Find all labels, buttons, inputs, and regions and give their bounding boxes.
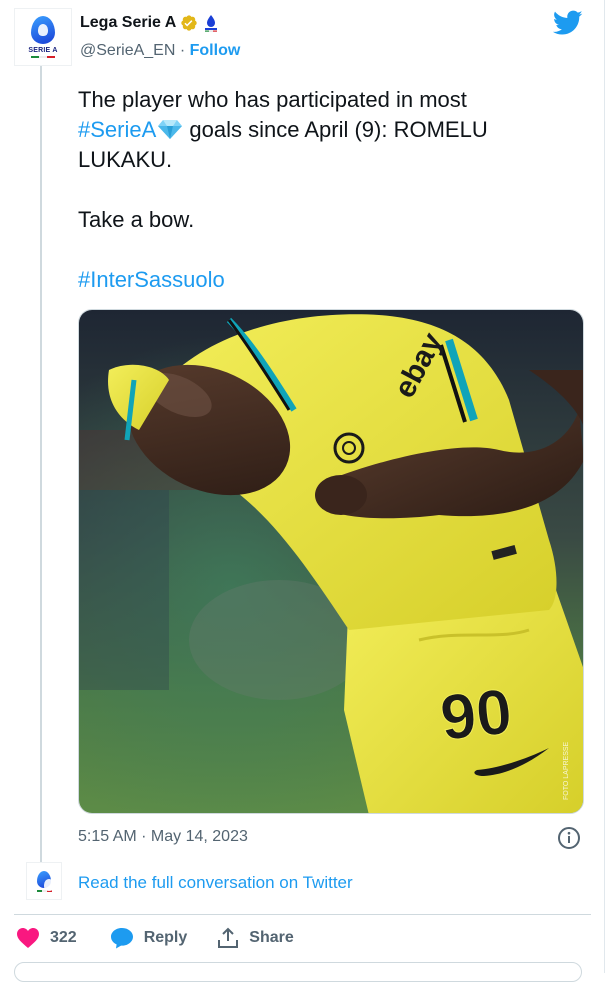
handle-separator: · [179,42,186,59]
serie-a-small-logo-icon [37,870,54,891]
author-name-row: Lega Serie A [80,14,220,32]
shirt-number: 90 [437,675,515,754]
reply-button[interactable]: Reply [110,927,188,949]
tweet-card: SERIE A Lega Serie A @SerieA_EN · Follow… [0,0,605,982]
photo-credit: FOTO LAPRESSE [563,741,570,800]
author-handle[interactable]: @SerieA_EN [80,42,175,59]
like-count: 322 [50,929,77,946]
serie-a-logo-icon [31,16,55,44]
reply-bubble-icon [110,928,133,949]
avatar-logo-text: SERIE A [28,47,58,54]
tweet-timestamp[interactable]: 5:15 AM · May 14, 2023 [78,828,248,846]
read-conversation-link[interactable]: Read the full conversation on Twitter [78,873,353,893]
hashtag-seriea[interactable]: #SerieA [78,117,156,142]
italian-flag-icon [31,56,55,58]
tweet-photo[interactable]: ebay 90 FOTO LAPRESSE [78,309,584,814]
author-handle-row: @SerieA_EN · Follow [80,42,240,60]
info-icon[interactable] [557,826,581,850]
hashtag-intersassuolo[interactable]: #InterSassuolo [78,267,225,292]
player-photo-illustration: ebay 90 FOTO LAPRESSE [79,310,583,813]
author-avatar[interactable]: SERIE A [14,8,72,66]
like-button[interactable]: 322 [16,927,77,949]
tweet-actions: 322 Reply Share [16,927,294,949]
verified-badge-icon [181,15,198,31]
tweet-line-3: Take a bow. [78,207,195,232]
actions-divider [14,914,591,915]
twitter-logo-icon[interactable] [553,10,583,36]
follow-button[interactable]: Follow [190,42,241,59]
reply-label: Reply [143,929,188,946]
thread-line [40,66,42,866]
heart-icon [17,928,39,948]
author-display-name[interactable]: Lega Serie A [80,14,176,32]
bottom-action-bar[interactable] [14,962,582,982]
conversation-avatar[interactable] [26,862,62,900]
tweet-line-1: The player who has participated in most [78,87,467,112]
share-button[interactable]: Share [217,927,294,949]
diamond-emoji-icon [158,120,183,139]
affiliate-badge-icon[interactable] [202,14,220,32]
share-icon [218,927,239,948]
share-label: Share [249,929,294,946]
tweet-text: The player who has participated in most … [78,85,578,295]
